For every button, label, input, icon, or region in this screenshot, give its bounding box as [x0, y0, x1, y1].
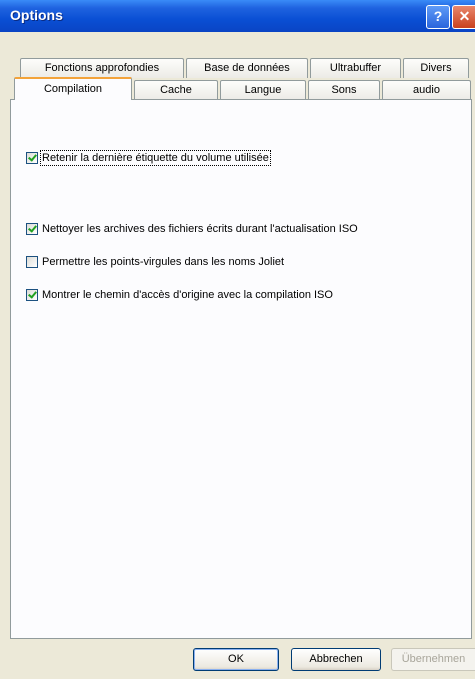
tab-compilation[interactable]: Compilation: [14, 77, 132, 100]
checkbox[interactable]: [26, 223, 38, 235]
tab-label: Cache: [160, 84, 192, 96]
tab-label: Divers: [420, 62, 452, 74]
tab-panel-compilation: [10, 99, 472, 639]
checkbox[interactable]: [26, 289, 38, 301]
ok-button[interactable]: OK: [193, 648, 279, 671]
tab-sons[interactable]: Sons: [308, 80, 380, 100]
option-label: Permettre les points-virgules dans les n…: [42, 256, 285, 268]
option-retenir-etiquette[interactable]: Retenir la dernière étiquette du volume …: [26, 150, 271, 166]
tab-cache[interactable]: Cache: [134, 80, 218, 100]
checkbox[interactable]: [26, 256, 38, 268]
tab-label: Compilation: [43, 83, 103, 95]
title-bar[interactable]: Options ? ✕: [0, 0, 475, 32]
option-label: Montrer le chemin d'accès d'origine avec…: [42, 289, 333, 301]
option-points-virgules-joliet[interactable]: Permettre les points-virgules dans les n…: [26, 254, 284, 270]
option-label: Retenir la dernière étiquette du volume …: [40, 150, 271, 166]
apply-label: Übernehmen: [401, 653, 466, 665]
checkbox[interactable]: [26, 152, 38, 164]
option-label: Nettoyer les archives des fichiers écrit…: [42, 223, 358, 235]
tab-langue[interactable]: Langue: [220, 80, 306, 100]
tab-divers[interactable]: Divers: [403, 58, 469, 78]
tab-label: Fonctions approfondies: [44, 62, 160, 74]
apply-button[interactable]: Übernehmen: [391, 648, 475, 671]
option-montrer-chemin[interactable]: Montrer le chemin d'accès d'origine avec…: [26, 287, 333, 303]
help-icon: ?: [433, 8, 443, 24]
tab-label: Ultrabuffer: [329, 62, 382, 74]
cancel-label: Abbrechen: [309, 653, 363, 665]
tab-base-de-donnees[interactable]: Base de données: [186, 58, 308, 78]
options-dialog: Options ? ✕ Fonctions approfondies Base …: [0, 0, 475, 679]
tab-label: Langue: [244, 84, 282, 96]
window-title: Options: [10, 7, 63, 23]
cancel-button[interactable]: Abbrechen: [291, 648, 381, 671]
tab-label: audio: [413, 84, 440, 96]
close-icon: ✕: [458, 8, 471, 24]
option-nettoyer-archives[interactable]: Nettoyer les archives des fichiers écrit…: [26, 221, 358, 237]
help-button[interactable]: ?: [426, 5, 450, 29]
tab-label: Sons: [331, 84, 357, 96]
close-button[interactable]: ✕: [452, 5, 475, 29]
tab-ultrabuffer[interactable]: Ultrabuffer: [310, 58, 401, 78]
tab-label: Base de données: [204, 62, 290, 74]
tab-audio[interactable]: audio: [382, 80, 471, 100]
ok-label: OK: [228, 653, 244, 665]
tab-fonctions-approfondies[interactable]: Fonctions approfondies: [20, 58, 184, 78]
